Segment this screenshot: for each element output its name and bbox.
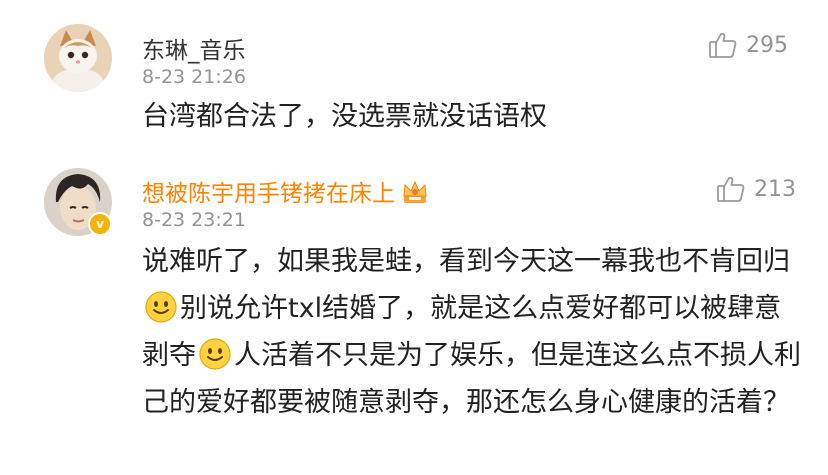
comment-text-part: 人活着不只是为了娱乐，但是连这么点不损人利己的爱好都要被随意剥夺，那还怎么身心健… [142, 340, 801, 418]
smile-emoji-icon [199, 338, 231, 370]
comment-text-part: 说难听了，如果我是蛙，看到今天这一幕我也不肯回归 [142, 246, 790, 277]
verified-badge: v [88, 212, 112, 236]
like-button[interactable]: 295 [708, 30, 788, 60]
comment-text: 台湾都合法了，没选票就没话语权 [142, 101, 547, 132]
comment-text: 说难听了，如果我是蛙，看到今天这一幕我也不肯回归 别说允许txl结婚了，就是这么… [142, 238, 802, 426]
like-count: 213 [754, 176, 796, 202]
comment-time: 8-23 23:21 [142, 209, 246, 231]
thumbs-up-icon [708, 30, 738, 60]
comment-item: 东琳_音乐 8-23 21:26 295 台湾都合法了，没选票就没话语权 [0, 0, 828, 160]
vip-crown-icon [401, 179, 429, 211]
comment-item: v 想被陈宇用手铐拷在床上 8-23 23:21 213 说难听了，如果我是蛙，… [0, 160, 828, 475]
smile-emoji-icon [145, 291, 177, 323]
thumbs-up-icon [716, 174, 746, 204]
username[interactable]: 想被陈宇用手铐拷在床上 [142, 174, 429, 211]
username[interactable]: 东琳_音乐 [142, 31, 246, 65]
like-count: 295 [746, 32, 788, 58]
username-text[interactable]: 想被陈宇用手铐拷在床上 [142, 181, 395, 207]
comment-time: 8-23 21:26 [142, 66, 246, 88]
like-button[interactable]: 213 [716, 174, 796, 204]
avatar[interactable] [44, 24, 112, 92]
